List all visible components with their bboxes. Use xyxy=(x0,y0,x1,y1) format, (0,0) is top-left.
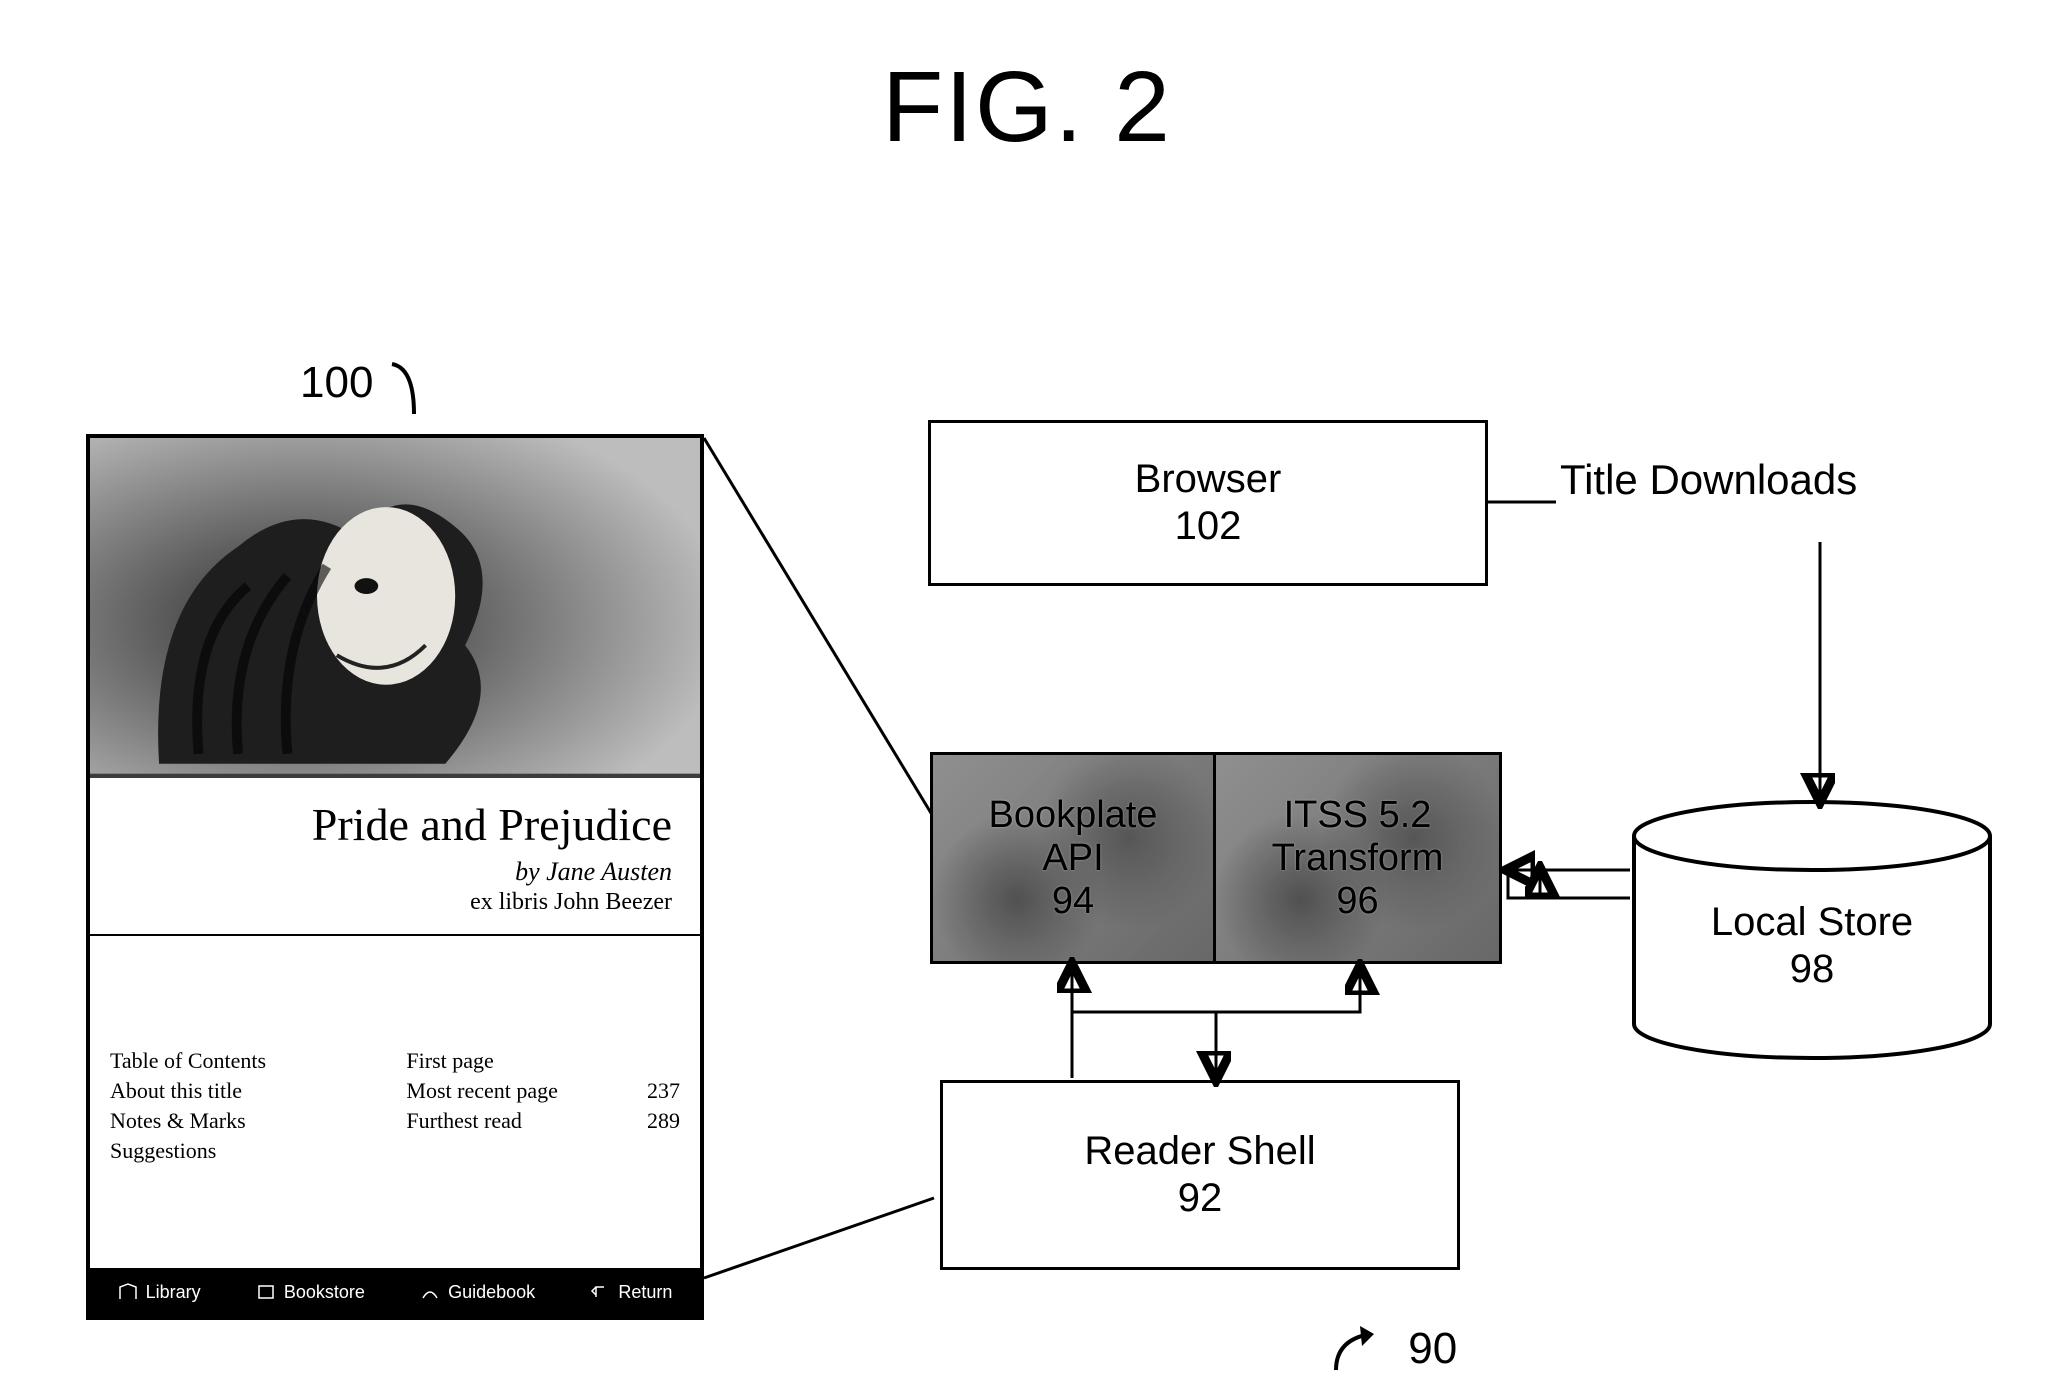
figure-title: FIG. 2 xyxy=(0,50,2054,165)
library-icon xyxy=(118,1283,138,1301)
system-ref: 90 xyxy=(1330,1324,1457,1376)
itss-transform-module: ITSS 5.2 Transform 96 xyxy=(1216,752,1502,964)
link-first-page[interactable]: First page xyxy=(406,1046,680,1076)
nav-return-label: Return xyxy=(618,1282,672,1303)
bookplate-links-col2: First page Most recent page 237 Furthest… xyxy=(406,1046,680,1166)
title-downloads-label: Title Downloads xyxy=(1560,456,1857,504)
bookplate-cover-image xyxy=(90,438,700,778)
local-store-label-block: Local Store 98 xyxy=(1630,900,1994,992)
bookplate-exlibris: ex libris John Beezer xyxy=(90,889,700,934)
bookplate-api-line2: API xyxy=(1042,837,1103,880)
link-about[interactable]: About this title xyxy=(110,1076,406,1106)
browser-label: Browser xyxy=(1135,457,1282,502)
link-furthest-number: 289 xyxy=(647,1108,680,1134)
browser-ref: 102 xyxy=(1175,504,1242,549)
link-notes-marks[interactable]: Notes & Marks xyxy=(110,1106,406,1136)
link-most-recent-label: Most recent page xyxy=(406,1078,558,1104)
reader-shell-label: Reader Shell xyxy=(1084,1129,1315,1174)
link-furthest-label: Furthest read xyxy=(406,1108,521,1134)
itss-transform-line2: Transform xyxy=(1272,837,1444,880)
link-most-recent-number: 237 xyxy=(647,1078,680,1104)
local-store-ref: 98 xyxy=(1630,947,1994,992)
bookplate-api-ref: 94 xyxy=(1052,880,1094,923)
bookplate-ref-number: 100 xyxy=(300,358,373,407)
itss-transform-line1: ITSS 5.2 xyxy=(1284,794,1432,837)
bookplate-api-module: Bookplate API 94 xyxy=(930,752,1216,964)
link-first-page-label: First page xyxy=(406,1048,493,1074)
nav-guidebook-label: Guidebook xyxy=(448,1282,535,1303)
nav-library[interactable]: Library xyxy=(118,1282,201,1303)
nav-bookstore-label: Bookstore xyxy=(284,1282,365,1303)
link-most-recent[interactable]: Most recent page 237 xyxy=(406,1076,680,1106)
bookplate-links: Table of Contents About this title Notes… xyxy=(90,936,700,1178)
bookplate-title: Pride and Prejudice xyxy=(90,778,700,857)
bookplate-ref-label: 100 xyxy=(300,358,434,418)
reader-shell-ref: 92 xyxy=(1178,1176,1223,1221)
link-furthest[interactable]: Furthest read 289 xyxy=(406,1106,680,1136)
local-store-label: Local Store xyxy=(1711,900,1913,944)
bookplate: Pride and Prejudice by Jane Austen ex li… xyxy=(86,434,704,1320)
bookplate-links-col1: Table of Contents About this title Notes… xyxy=(110,1046,406,1166)
bookplate-connector: line{stroke:#000;stroke-width:3} xyxy=(704,438,964,1333)
browser-box: Browser 102 xyxy=(928,420,1488,586)
nav-library-label: Library xyxy=(146,1282,201,1303)
bookplate-api-line1: Bookplate xyxy=(988,794,1157,837)
return-icon xyxy=(590,1283,610,1301)
figure-2: FIG. 2 100 Pride xyxy=(0,0,2054,1395)
itss-transform-ref: 96 xyxy=(1336,880,1378,923)
bookplate-author: by Jane Austen xyxy=(90,857,700,889)
nav-return[interactable]: Return xyxy=(590,1282,672,1303)
nav-bookstore[interactable]: Bookstore xyxy=(256,1282,365,1303)
nav-guidebook[interactable]: Guidebook xyxy=(420,1282,535,1303)
bookplate-nav: Library Bookstore Guidebook Return xyxy=(90,1268,700,1316)
guidebook-icon xyxy=(420,1283,440,1301)
system-ref-number: 90 xyxy=(1408,1324,1457,1373)
link-suggestions[interactable]: Suggestions xyxy=(110,1136,406,1166)
local-store-cylinder: Local Store 98 xyxy=(1630,800,1994,1060)
reader-shell-box: Reader Shell 92 xyxy=(940,1080,1460,1270)
modules-row: Bookplate API 94 ITSS 5.2 Transform 96 xyxy=(930,752,1502,964)
link-toc[interactable]: Table of Contents xyxy=(110,1046,406,1076)
bookstore-icon xyxy=(256,1283,276,1301)
